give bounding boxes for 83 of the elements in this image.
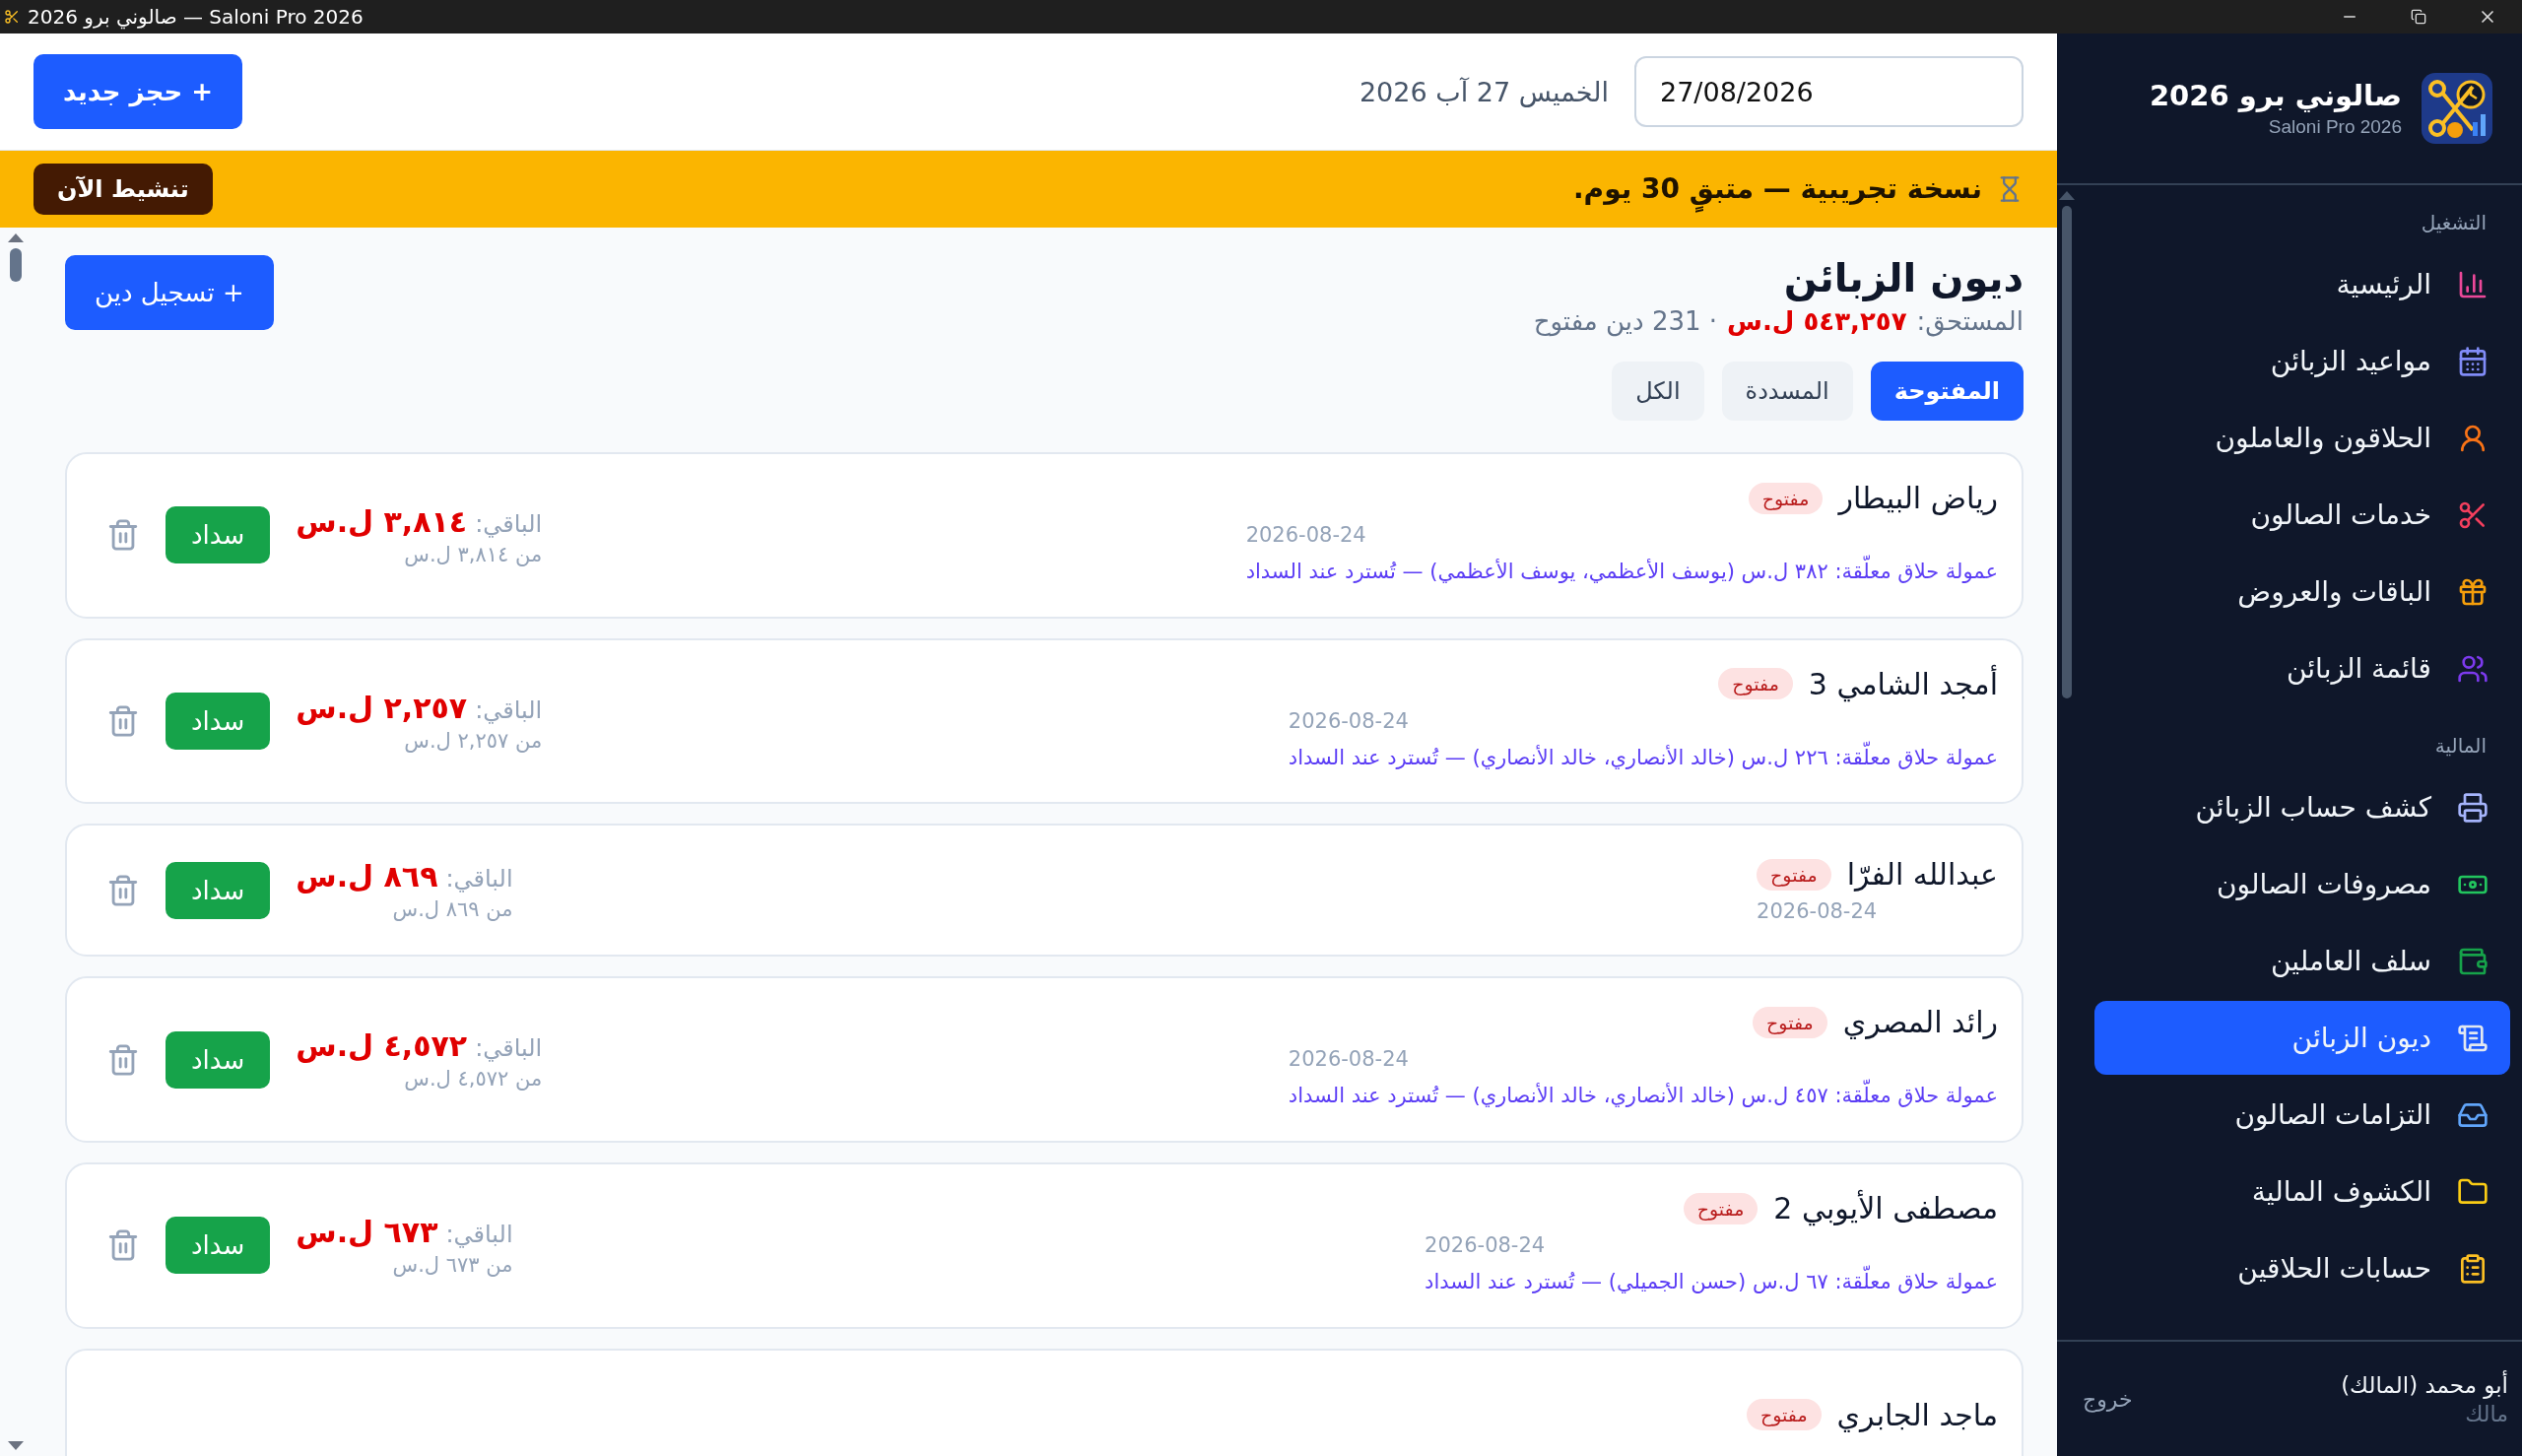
remaining-amount: ٦٧٣ ل.س [296, 1214, 438, 1249]
debt-date: 2026-08-24 [1425, 1233, 1546, 1258]
trash-icon[interactable] [106, 518, 140, 553]
customer-name: رائد المصري [1842, 1005, 1998, 1040]
due-amount: ٥٤٣,٢٥٧ ل.س [1727, 306, 1907, 336]
remaining-amount: ٨٦٩ ل.س [296, 859, 438, 894]
nav-item[interactable]: الرئيسية [2094, 247, 2510, 321]
scroll-down-icon[interactable] [8, 1441, 24, 1450]
nav-item[interactable]: مواعيد الزبائن [2094, 324, 2510, 398]
trash-icon[interactable] [106, 873, 140, 907]
nav-item[interactable]: الكشوف المالية [2094, 1155, 2510, 1228]
status-badge: مفتوح [1747, 1399, 1822, 1431]
nav-item[interactable]: ديون الزبائن [2094, 1001, 2510, 1075]
debt-date: 2026-08-24 [1757, 899, 1878, 924]
commission-note: عمولة حلاق معلّقة: ٦٧ ل.س (حسن الجميلي) — تُسترد عند السداد [1425, 1265, 1998, 1300]
nav-item[interactable]: قائمة الزبائن [2094, 631, 2510, 705]
total-amount: من ٦٧٣ ل.س [391, 1252, 513, 1277]
filter-tab[interactable]: المفتوحة [1870, 362, 2024, 421]
filter-tab[interactable]: المسددة [1721, 362, 1853, 421]
customer-name: مصطفى الأيوبي 2 [1773, 1191, 1998, 1226]
section-label: المالية [2433, 733, 2488, 760]
activate-button[interactable]: تنشيط الآن [33, 164, 213, 215]
section-label: التشغيل [2420, 210, 2488, 236]
customer-name: رياض البيطار [1838, 481, 1998, 515]
due-label: المستحق: [1916, 306, 2024, 336]
trash-icon[interactable] [106, 704, 140, 739]
nav-item[interactable]: مصروفات الصالون [2094, 847, 2510, 921]
status-badge: مفتوح [1718, 668, 1793, 700]
commission-note: عمولة حلاق معلّقة: ٢٢٦ ل.س (خالد الأنصاري، خالد الأنصاري) — تُسترد عند السداد [1288, 740, 1998, 776]
nav-item[interactable]: التزامات الصالون [2094, 1078, 2510, 1152]
remaining-amount: ٢,٢٥٧ ل.س [296, 690, 468, 725]
remaining-amount: ٣,٨١٤ ل.س [296, 503, 468, 539]
remaining-label: الباقي: [475, 509, 543, 538]
customer-name: عبدالله الفرّا [1846, 857, 1998, 893]
total-amount: من ٢,٢٥٧ ل.س [403, 728, 543, 753]
calendar-icon [2457, 345, 2489, 377]
remaining-label: الباقي: [445, 1220, 513, 1248]
nav-item[interactable]: كشف حساب الزبائن [2094, 770, 2510, 844]
remaining-label: الباقي: [445, 865, 513, 893]
logout-link[interactable]: خروج [2083, 1386, 2133, 1412]
commission-note: عمولة حلاق معلّقة: ٣٨٢ ل.س (يوسف الأعظمي، يوسف الأعظمي) — تُسترد عند السداد [1245, 555, 1998, 590]
total-amount: من ٣,٨١٤ ل.س [403, 542, 543, 566]
scrollbar[interactable] [2059, 191, 2075, 698]
nav-item[interactable]: الباقات والعروض [2094, 555, 2510, 629]
total-amount: من ٤,٥٧٢ ل.س [403, 1067, 543, 1092]
window-title: صالوني برو 2026 — Saloni Pro 2026 [28, 5, 364, 29]
app-subtitle: Saloni Pro 2026 [2267, 116, 2402, 138]
status-badge: مفتوح [1683, 1192, 1759, 1224]
trash-icon[interactable] [106, 1228, 140, 1263]
user-name: أبو محمد (المالك) [2341, 1371, 2508, 1398]
printer-icon [2457, 791, 2489, 824]
nav-item[interactable]: سلف العاملين [2094, 924, 2510, 998]
status-badge: مفتوح [1753, 1006, 1827, 1038]
user-role: مالك [2464, 1401, 2508, 1426]
date-field[interactable]: 27/08/2026 [1634, 56, 2024, 127]
app-name: صالوني برو 2026 [2149, 79, 2402, 112]
page-title: ديون الزبائن [1782, 255, 2024, 300]
open-count: · 231 دين مفتوح [1533, 306, 1718, 336]
nav-item[interactable]: خدمات الصالون [2094, 478, 2510, 552]
scrollbar[interactable] [8, 233, 24, 282]
status-badge: مفتوح [1748, 482, 1824, 514]
debt-date: 2026-08-24 [1288, 708, 1409, 733]
app-icon [4, 9, 20, 25]
date-label: الخميس 27 آب 2026 [1358, 76, 1609, 107]
trash-icon[interactable] [106, 1042, 140, 1077]
remaining-label: الباقي: [475, 695, 543, 724]
nav-item[interactable]: الحلاقون والعاملون [2094, 401, 2510, 475]
nav-item[interactable]: حسابات الحلاقين [2094, 1231, 2510, 1305]
filter-tab[interactable]: الكل [1612, 362, 1704, 421]
total-amount: من ٨٦٩ ل.س [391, 897, 513, 922]
restore-icon[interactable] [2411, 9, 2426, 25]
remaining-label: الباقي: [475, 1034, 543, 1063]
trial-message: نسخة تجريبية — متبقٍ 30 يوم. [226, 165, 1982, 213]
customer-name: أمجد الشامي 3 [1808, 666, 1998, 701]
commission-note: عمولة حلاق معلّقة: ٤٥٧ ل.س (خالد الأنصاري، خالد الأنصاري) — تُسترد عند السداد [1288, 1079, 1998, 1115]
add-debt-button[interactable]: + تسجيل دين [65, 255, 274, 330]
debt-date: 2026-08-24 [1288, 1047, 1409, 1072]
new-booking-button[interactable]: + حجز جديد [33, 54, 243, 129]
customer-name: ماجد الجابري [1836, 1397, 1998, 1432]
remaining-amount: ٤,٥٧٢ ل.س [296, 1028, 468, 1064]
logo-icon [2422, 73, 2492, 144]
debt-date: 2026-08-24 [1245, 523, 1366, 547]
status-badge: مفتوح [1757, 858, 1831, 891]
